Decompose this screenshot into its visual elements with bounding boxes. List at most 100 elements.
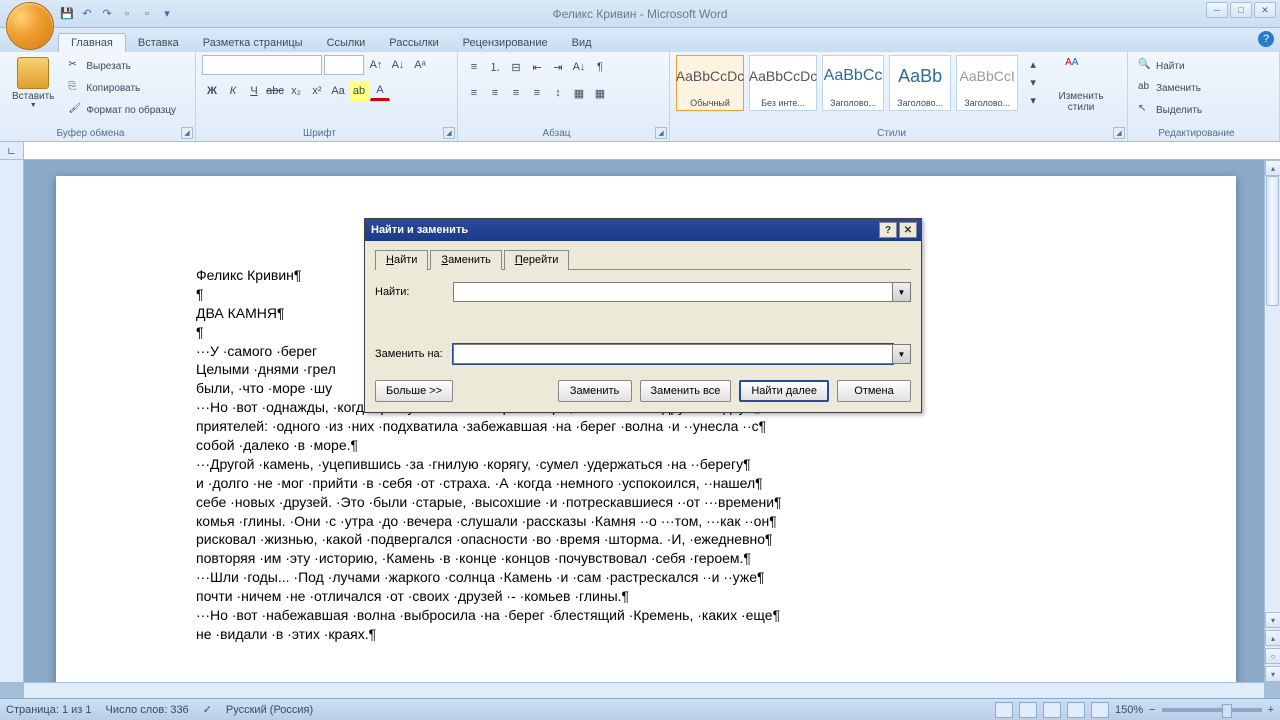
tab-layout[interactable]: Разметка страницы (191, 34, 315, 52)
print-icon[interactable]: ▫ (138, 5, 156, 23)
highlight-button[interactable]: ab (349, 81, 369, 101)
qa-dropdown-icon[interactable]: ▾ (158, 5, 176, 23)
style-heading2[interactable]: AaBb Заголово... (889, 55, 951, 111)
superscript-button[interactable]: x² (307, 81, 327, 101)
styles-dialog-launcher[interactable]: ◢ (1113, 127, 1125, 139)
maximize-button[interactable]: □ (1230, 2, 1252, 18)
scroll-up-icon[interactable]: ▴ (1265, 160, 1280, 176)
text-line[interactable]: и ·долго ·не ·мог ·прийти ·в ·себя ·от ·… (196, 474, 1096, 493)
save-icon[interactable]: 💾 (58, 5, 76, 23)
close-button[interactable]: ✕ (1254, 2, 1276, 18)
number-list-button[interactable]: ⒈ (485, 57, 505, 77)
style-heading1[interactable]: AaBbCc Заголово... (822, 55, 884, 111)
font-dialog-launcher[interactable]: ◢ (443, 127, 455, 139)
paste-button[interactable]: Вставить ▼ (6, 55, 60, 111)
grow-font-icon[interactable]: A↑ (366, 55, 386, 75)
find-dropdown-icon[interactable]: ▼ (893, 282, 911, 302)
case-button[interactable]: Aa (328, 81, 348, 101)
replace-all-button[interactable]: Заменить все (640, 380, 732, 402)
styles-scroll-down[interactable]: ▾ (1023, 73, 1043, 91)
clipboard-dialog-launcher[interactable]: ◢ (181, 127, 193, 139)
vertical-scrollbar[interactable]: ▴ ▾ ▴ ○ ▾ (1264, 160, 1280, 682)
new-icon[interactable]: ▫ (118, 5, 136, 23)
status-page[interactable]: Страница: 1 из 1 (6, 704, 92, 716)
view-web-layout[interactable] (1043, 702, 1061, 718)
font-name-combo[interactable] (202, 55, 322, 75)
replace-input[interactable] (453, 344, 893, 364)
horizontal-scrollbar[interactable] (24, 682, 1264, 698)
status-proofing-icon[interactable]: ✓ (203, 703, 212, 716)
minimize-button[interactable]: ─ (1206, 2, 1228, 18)
select-button[interactable]: ↖Выделить (1134, 99, 1206, 121)
style-nospacing[interactable]: AaBbCcDc Без инте... (749, 55, 817, 111)
dialog-tab-find[interactable]: Найти (375, 250, 428, 270)
strike-button[interactable]: abc (265, 81, 285, 101)
text-line[interactable]: почти ·ничем ·не ·отличался ·от ·своих ·… (196, 587, 1096, 606)
tab-review[interactable]: Рецензирование (451, 34, 560, 52)
align-right-button[interactable]: ≡ (506, 83, 526, 103)
replace-one-button[interactable]: Заменить (558, 380, 632, 402)
text-line[interactable]: собой ·далеко ·в ·море.¶ (196, 436, 1096, 455)
redo-icon[interactable]: ↷ (98, 5, 116, 23)
justify-button[interactable]: ≡ (527, 83, 547, 103)
zoom-out-icon[interactable]: − (1149, 704, 1155, 716)
tab-home[interactable]: Главная (58, 33, 126, 52)
cancel-button[interactable]: Отмена (837, 380, 911, 402)
office-button[interactable] (6, 2, 54, 50)
view-draft[interactable] (1091, 702, 1109, 718)
sort-button[interactable]: A↓ (569, 57, 589, 77)
underline-button[interactable]: Ч (244, 81, 264, 101)
format-painter-button[interactable]: 🖌Формат по образцу (64, 99, 180, 121)
next-page-icon[interactable]: ▾ (1265, 666, 1280, 682)
text-line[interactable]: рисковал ·жизнью, ·какой ·подвергался ·о… (196, 530, 1096, 549)
text-line[interactable]: ···Шли ·годы... ·Под ·лучами ·жаркого ·с… (196, 568, 1096, 587)
bold-button[interactable]: Ж (202, 81, 222, 101)
scroll-down-icon[interactable]: ▾ (1265, 612, 1280, 628)
clear-format-icon[interactable]: Aᵃ (410, 55, 430, 75)
view-outline[interactable] (1067, 702, 1085, 718)
style-title[interactable]: AaBbCcI Заголово... (956, 55, 1018, 111)
text-line[interactable]: не ·видали ·в ·этих ·краях.¶ (196, 625, 1096, 644)
status-zoom[interactable]: 150% (1115, 704, 1143, 716)
dialog-tab-goto[interactable]: Перейти (504, 250, 570, 270)
tab-view[interactable]: Вид (560, 34, 604, 52)
change-styles-button[interactable]: AA Изменить стили (1041, 55, 1121, 115)
ruler-corner[interactable]: ∟ (0, 142, 24, 160)
subscript-button[interactable]: x₂ (286, 81, 306, 101)
text-line[interactable]: приятелей: ·одного ·из ·них ·подхватила … (196, 417, 1096, 436)
zoom-slider[interactable] (1162, 708, 1262, 712)
text-line[interactable]: ···Но ·вот ·набежавшая ·волна ·выбросила… (196, 606, 1096, 625)
dialog-tab-replace[interactable]: Заменить (430, 250, 501, 270)
paragraph-dialog-launcher[interactable]: ◢ (655, 127, 667, 139)
cut-button[interactable]: ✂Вырезать (64, 55, 180, 77)
horizontal-ruler[interactable] (24, 142, 1280, 159)
indent-button[interactable]: ⇥ (548, 57, 568, 77)
dialog-titlebar[interactable]: Найти и заменить ? ✕ (365, 219, 921, 241)
align-left-button[interactable]: ≡ (464, 83, 484, 103)
view-print-layout[interactable] (995, 702, 1013, 718)
prev-page-icon[interactable]: ▴ (1265, 630, 1280, 646)
help-icon[interactable]: ? (1258, 31, 1274, 47)
multilevel-list-button[interactable]: ⊟ (506, 57, 526, 77)
align-center-button[interactable]: ≡ (485, 83, 505, 103)
status-word-count[interactable]: Число слов: 336 (106, 704, 189, 716)
text-line[interactable]: ···Другой ·камень, ·уцепившись ·за ·гнил… (196, 455, 1096, 474)
copy-button[interactable]: ⎘Копировать (64, 77, 180, 99)
view-full-reading[interactable] (1019, 702, 1037, 718)
line-spacing-button[interactable]: ↕ (548, 83, 568, 103)
replace-dropdown-icon[interactable]: ▼ (893, 344, 911, 364)
find-button[interactable]: 🔍Найти (1134, 55, 1206, 77)
zoom-in-icon[interactable]: + (1268, 704, 1274, 716)
outdent-button[interactable]: ⇤ (527, 57, 547, 77)
italic-button[interactable]: К (223, 81, 243, 101)
status-language[interactable]: Русский (Россия) (226, 704, 313, 716)
text-line[interactable]: повторяя ·им ·эту ·историю, ·Камень ·в ·… (196, 549, 1096, 568)
vertical-ruler[interactable] (0, 160, 24, 682)
styles-expand[interactable]: ▾ (1023, 91, 1043, 109)
borders-button[interactable]: ▦ (590, 83, 610, 103)
more-button[interactable]: Больше >> (375, 380, 453, 402)
font-color-button[interactable]: A (370, 81, 390, 101)
undo-icon[interactable]: ↶ (78, 5, 96, 23)
tab-mailings[interactable]: Рассылки (377, 34, 450, 52)
find-next-button[interactable]: Найти далее (739, 380, 829, 402)
